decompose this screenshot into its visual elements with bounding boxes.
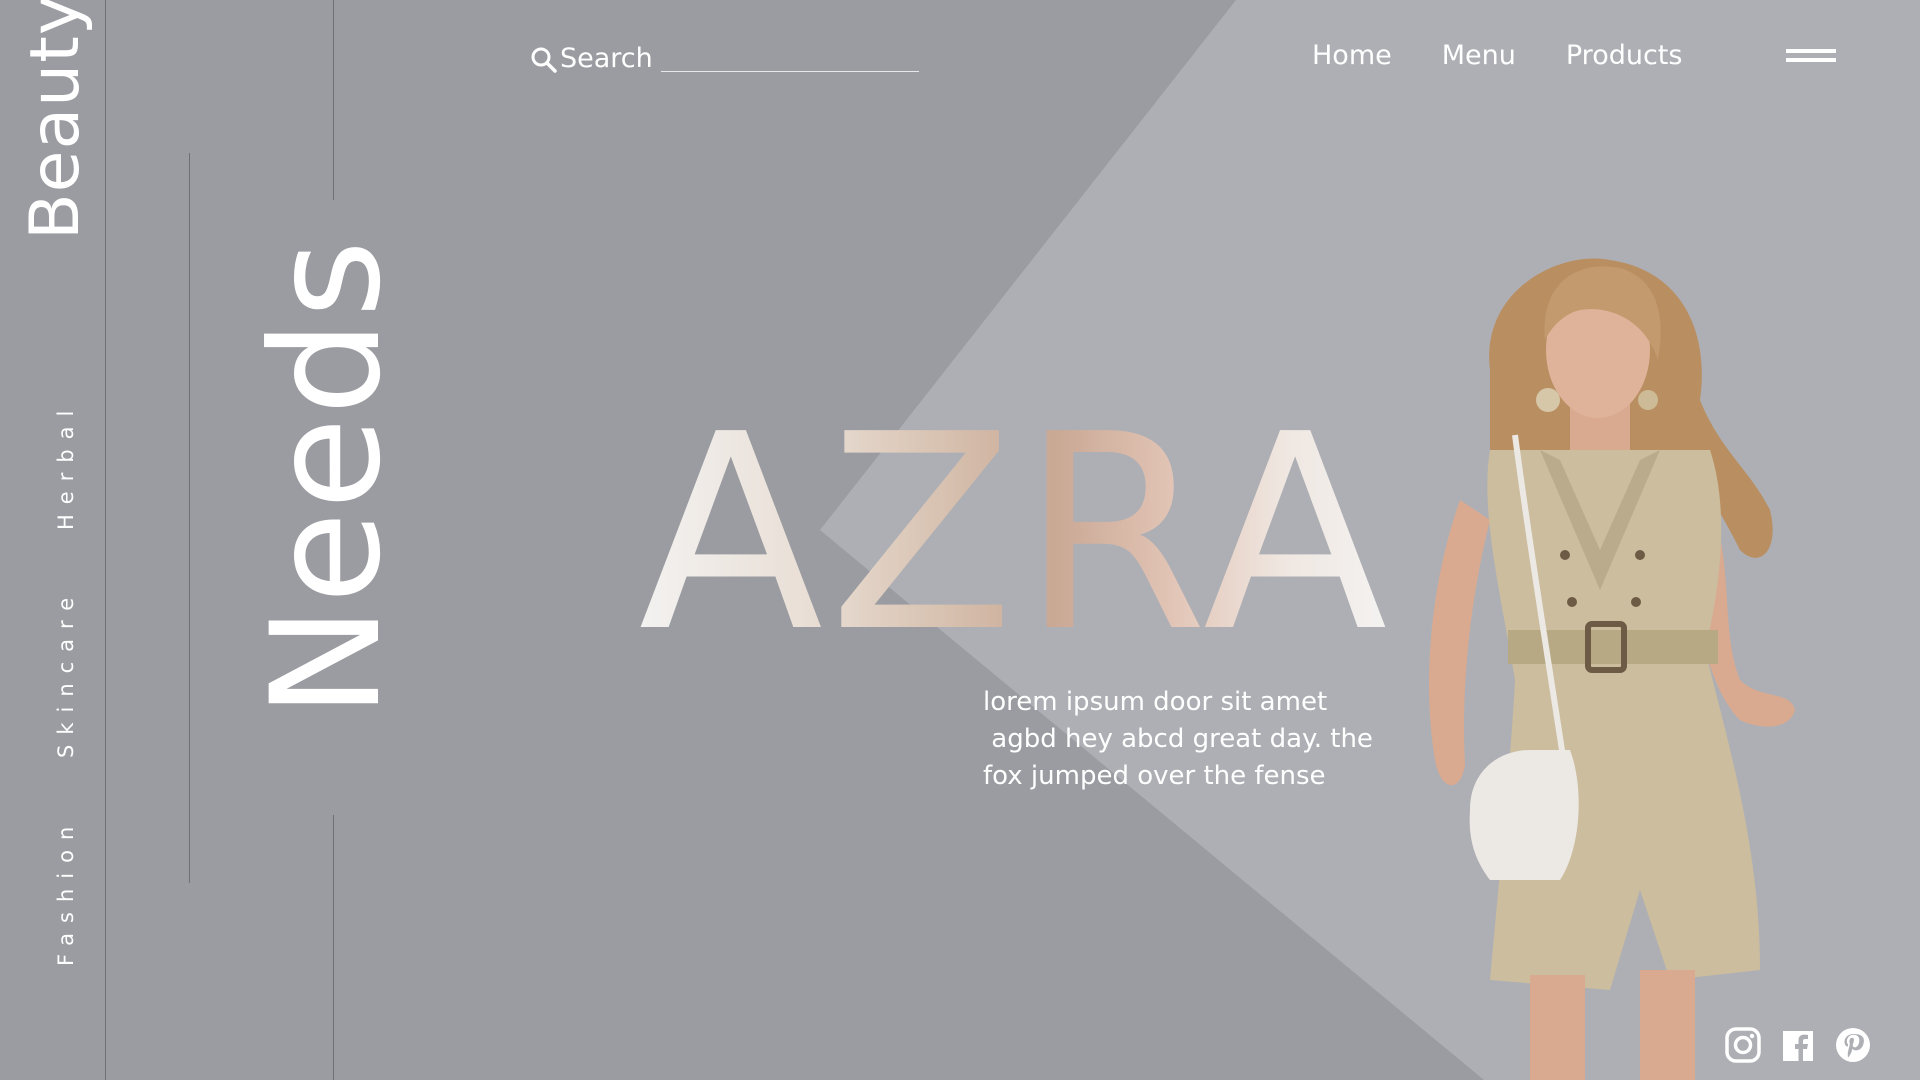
- pinterest-icon[interactable]: [1834, 1026, 1872, 1064]
- model-photo: [1429, 258, 1795, 1080]
- social-links: [1724, 1026, 1889, 1064]
- instagram-icon[interactable]: [1724, 1026, 1762, 1064]
- hero-title: AZRA: [638, 376, 1393, 691]
- facebook-icon[interactable]: [1779, 1026, 1817, 1064]
